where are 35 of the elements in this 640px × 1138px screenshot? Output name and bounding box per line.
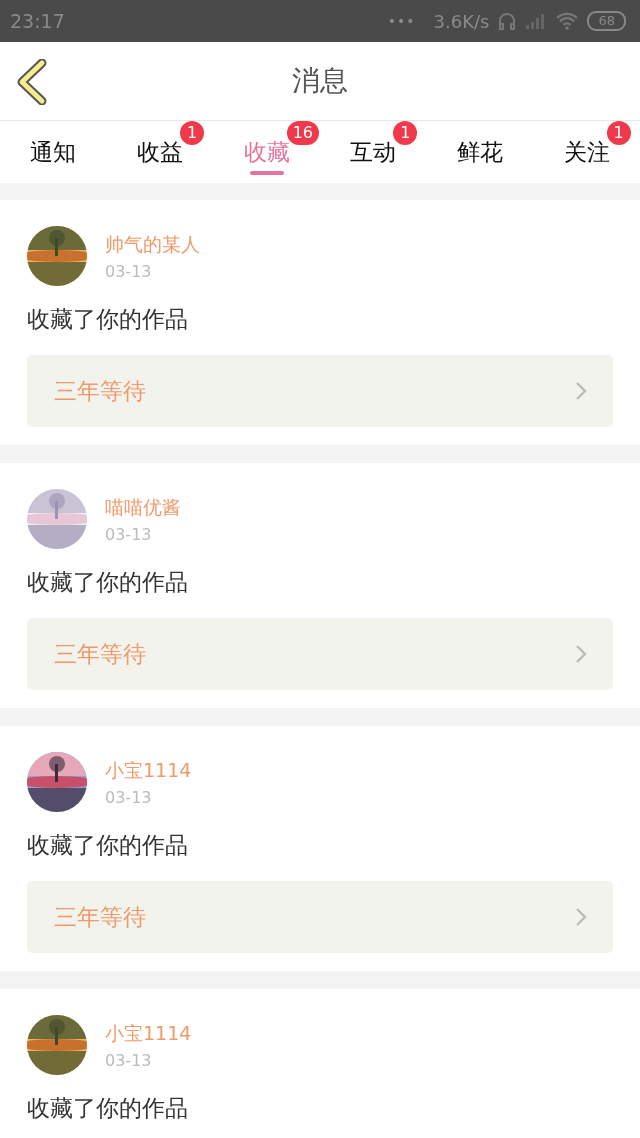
date: 03-13 — [105, 524, 153, 544]
tab[interactable]: 互动 1 — [320, 121, 427, 183]
tab[interactable]: 鲜花 — [426, 121, 534, 183]
count-badge: 1 — [606, 121, 631, 145]
clock: 23:17 — [10, 10, 65, 32]
message-text: 收藏了你的作品 — [27, 568, 189, 597]
work-link[interactable]: 三年等待 — [27, 355, 613, 427]
message-text: 收藏了你的作品 — [27, 305, 189, 334]
wifi-icon — [555, 11, 580, 31]
tab[interactable]: 关注 1 — [533, 121, 640, 183]
date: 03-13 — [105, 261, 153, 281]
network-speed: 3.6K/s — [433, 10, 490, 32]
message-text: 收藏了你的作品 — [27, 1094, 189, 1123]
tab[interactable]: 收益 1 — [106, 121, 214, 183]
notification-dots: ••• — [387, 13, 416, 29]
count-badge: 16 — [286, 121, 320, 145]
page-title: 消息 — [292, 63, 348, 99]
battery-indicator: 68 — [587, 11, 626, 31]
headphones-icon — [497, 11, 518, 31]
date: 03-13 — [105, 1050, 153, 1070]
message-text: 收藏了你的作品 — [27, 831, 189, 860]
count-badge: 1 — [393, 121, 418, 145]
user-name[interactable]: 喵喵优酱 — [105, 494, 181, 521]
count-badge: 1 — [180, 121, 204, 145]
date: 03-13 — [105, 787, 153, 807]
chevron-icon — [575, 644, 587, 664]
chevron-icon — [575, 381, 587, 401]
tab[interactable]: 通知 — [0, 121, 107, 183]
user-name[interactable]: 小宝1114 — [105, 757, 192, 784]
work-link[interactable]: 三年等待 — [27, 618, 613, 690]
user-name[interactable]: 小宝1114 — [105, 1020, 192, 1047]
user-name[interactable]: 帅气的某人 — [105, 231, 200, 258]
chevron-icon — [575, 907, 587, 927]
work-link[interactable]: 三年等待 — [27, 881, 613, 953]
tab[interactable]: 收藏 16 — [213, 121, 320, 183]
